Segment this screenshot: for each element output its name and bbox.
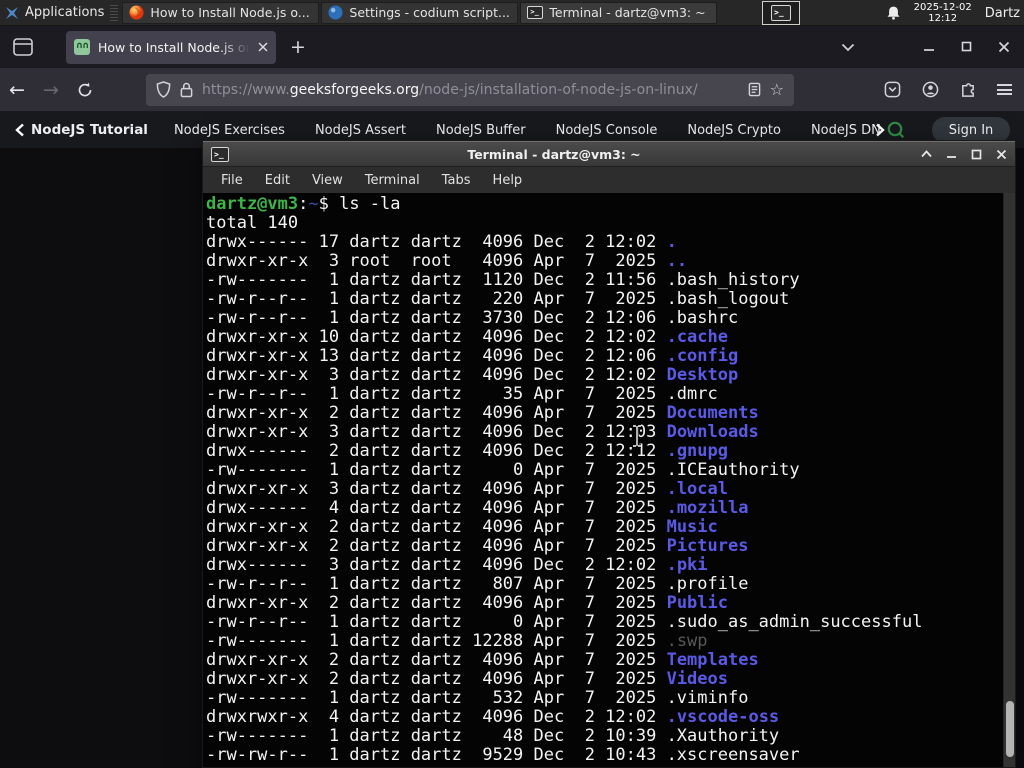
maximize-window-icon[interactable] [971,149,982,160]
tab-bar: How to Install Node.js on + [0,26,1024,68]
text-cursor-pointer [630,424,644,448]
taskbar-item-label: Settings - codium script... [349,5,510,20]
extensions-icon[interactable] [960,81,976,98]
terminal-icon [527,6,544,19]
bookmark-star-icon[interactable]: ☆ [770,80,784,99]
nav-chevron-left-icon[interactable] [14,123,25,137]
nav-chevron-right-icon[interactable] [875,123,886,137]
back-icon[interactable]: ← [0,79,34,101]
scrollbar-thumb[interactable] [1006,701,1014,757]
taskbar-item-codium[interactable]: Settings - codium script... [321,1,519,24]
terminal-title: Terminal - dartz@vm3: ~ [467,146,641,162]
browser-toolbar: ← → https://www.geeksforgeeks.org/node-j… [0,68,1024,112]
terminal-scrollbar[interactable] [1003,193,1015,767]
menu-item-file[interactable]: File [215,171,249,190]
terminal-body[interactable]: dartz@vm3:~$ ls -la total 140 drwx------… [203,193,1015,767]
list-all-tabs-icon[interactable] [841,43,855,52]
minimize-window-icon[interactable] [946,149,957,159]
geeksforgeeks-favicon [74,39,90,55]
reader-view-icon[interactable] [748,82,761,97]
tracking-shield-icon[interactable] [156,81,171,98]
terminal-window: Terminal - dartz@vm3: ~ File Edit View Term… [202,140,1016,768]
close-window-icon[interactable] [996,149,1007,160]
taskbar-item-firefox[interactable]: How to Install Node.js o... [122,1,320,24]
menu-item-view[interactable]: View [306,171,349,190]
firefox-icon [129,5,144,20]
new-tab-button[interactable]: + [290,36,306,58]
tab-title: How to Install Node.js on [98,39,250,55]
window-maximize-icon[interactable] [961,41,972,53]
desktop-panel: Applications How to Install Node.js o...… [0,0,1024,26]
panel-user-label[interactable]: Dartz [985,6,1022,21]
clock-date: 2025-12-02 [913,2,972,13]
nav-link-active[interactable]: NodeJS Tutorial [31,122,148,138]
url-domain: geeksforgeeks.org [289,81,420,98]
menu-hamburger-icon[interactable] [997,84,1012,95]
nav-link[interactable]: NodeJS DNS [811,123,881,138]
taskbar-item-label: Terminal - dartz@vm3: ~ [549,5,706,20]
search-icon[interactable] [886,120,906,140]
nav-links: NodeJS Exercises NodeJS Assert NodeJS Buff… [174,123,881,138]
window-minimize-icon[interactable] [923,41,935,53]
clock-time: 12:12 [928,13,958,24]
terminal-menubar: File Edit View Terminal Tabs Help [203,166,1015,193]
distro-logo-icon [4,5,20,21]
panel-grip-handle[interactable] [110,4,119,21]
taskbar-item-terminal[interactable]: Terminal - dartz@vm3: ~ [520,1,718,24]
url-text[interactable]: https://www.geeksforgeeks.org/node-js/in… [202,82,739,98]
reload-icon[interactable] [68,82,102,98]
applications-menu-button[interactable]: Applications [0,0,110,26]
nav-link[interactable]: NodeJS Crypto [687,123,781,138]
terminal-titlebar[interactable]: Terminal - dartz@vm3: ~ [203,141,1015,166]
menu-item-help[interactable]: Help [487,171,529,190]
firefox-view-icon[interactable] [12,37,34,57]
browser-tab-active[interactable]: How to Install Node.js on [66,30,276,64]
panel-clock[interactable]: 2025-12-02 12:12 [914,2,972,24]
padlock-icon[interactable] [180,82,193,98]
terminal-icon [771,5,791,21]
url-bar[interactable]: https://www.geeksforgeeks.org/node-js/in… [146,73,794,106]
nav-link[interactable]: NodeJS Assert [315,123,406,138]
nav-link[interactable]: NodeJS Buffer [436,123,526,138]
tab-close-icon[interactable] [258,42,268,52]
account-icon[interactable] [922,81,939,98]
shade-window-icon[interactable] [921,150,932,158]
pocket-icon[interactable] [884,81,901,98]
url-prefix: https://www. [202,81,290,98]
window-close-icon[interactable] [998,41,1010,53]
taskbar-item-label: How to Install Node.js o... [150,5,310,20]
notification-bell-icon[interactable] [886,5,901,21]
codium-icon [328,5,343,20]
applications-label: Applications [25,5,105,20]
menu-item-edit[interactable]: Edit [259,171,296,190]
nav-link[interactable]: NodeJS Console [556,123,658,138]
menu-item-terminal[interactable]: Terminal [359,171,426,190]
nav-link[interactable]: NodeJS Exercises [174,123,285,138]
forward-icon: → [43,78,59,101]
workspace-pager[interactable] [762,1,800,25]
menu-item-tabs[interactable]: Tabs [436,171,477,190]
terminal-output: dartz@vm3:~$ ls -la total 140 drwx------… [206,194,923,765]
url-path: /node-js/installation-of-node-js-on-linu… [419,81,698,98]
